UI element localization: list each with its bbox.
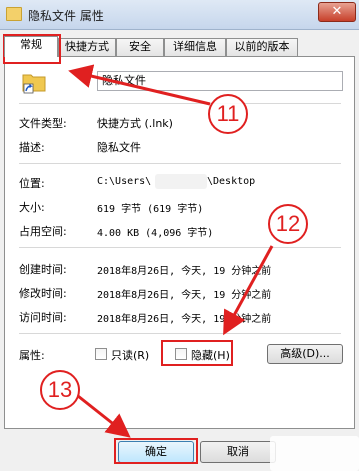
cancel-button[interactable]: 取消 <box>200 441 276 463</box>
modified-value: 2018年8月26日, 今天, 19 分钟之前 <box>97 290 272 301</box>
file-type-label: 文件类型: <box>19 117 67 130</box>
location-label: 位置: <box>19 177 45 190</box>
tab-shortcut[interactable]: 快捷方式 <box>58 38 116 56</box>
tab-details[interactable]: 详细信息 <box>164 38 226 56</box>
description-label: 描述: <box>19 141 45 154</box>
readonly-checkbox[interactable] <box>95 348 107 360</box>
advanced-button[interactable]: 高级(D)... <box>267 344 343 364</box>
disk-size-value: 4.00 KB (4,096 字节) <box>97 228 214 239</box>
close-button[interactable]: ✕ <box>318 2 356 22</box>
folder-icon <box>6 7 22 21</box>
step-badge-11: 11 <box>208 94 248 134</box>
folder-shortcut-icon <box>22 74 46 94</box>
title-bar[interactable]: 隐私文件 属性 ✕ <box>0 0 359 30</box>
accessed-label: 访问时间: <box>19 311 67 324</box>
description-value: 隐私文件 <box>97 141 141 154</box>
created-label: 创建时间: <box>19 263 67 276</box>
size-label: 大小: <box>19 201 45 214</box>
attributes-label: 属性: <box>19 349 45 362</box>
divider <box>19 333 341 334</box>
window-title: 隐私文件 属性 <box>28 9 104 23</box>
location-prefix: C:\Users\ <box>97 176 152 187</box>
location-suffix: \Desktop <box>207 176 256 187</box>
step-badge-12: 12 <box>268 204 308 244</box>
watermark-overlay <box>270 436 359 471</box>
readonly-label[interactable]: 只读(R) <box>111 347 149 363</box>
size-value: 619 字节 (619 字节) <box>97 204 204 215</box>
tab-security[interactable]: 安全 <box>116 38 164 56</box>
tab-strip: 常规 快捷方式 安全 详细信息 以前的版本 <box>4 36 355 57</box>
modified-label: 修改时间: <box>19 287 67 300</box>
disk-size-label: 占用空间: <box>19 225 67 238</box>
file-name-field[interactable]: 隐私文件 <box>97 71 343 91</box>
file-type-value: 快捷方式 (.lnk) <box>97 117 173 130</box>
redacted-username <box>155 174 207 189</box>
divider <box>19 163 341 164</box>
accessed-value: 2018年8月26日, 今天, 19 分钟之前 <box>97 314 272 325</box>
divider <box>19 103 341 104</box>
properties-dialog: 隐私文件 属性 ✕ 常规 快捷方式 安全 详细信息 以前的版本 隐私文件 文件类… <box>0 0 359 471</box>
highlight-ok-button <box>114 438 198 464</box>
created-value: 2018年8月26日, 今天, 19 分钟之前 <box>97 266 272 277</box>
highlight-hidden-checkbox <box>161 340 233 366</box>
step-badge-13: 13 <box>40 370 80 410</box>
tab-previous-versions[interactable]: 以前的版本 <box>226 38 298 56</box>
divider <box>19 247 341 248</box>
tab-general[interactable]: 常规 <box>4 36 58 57</box>
